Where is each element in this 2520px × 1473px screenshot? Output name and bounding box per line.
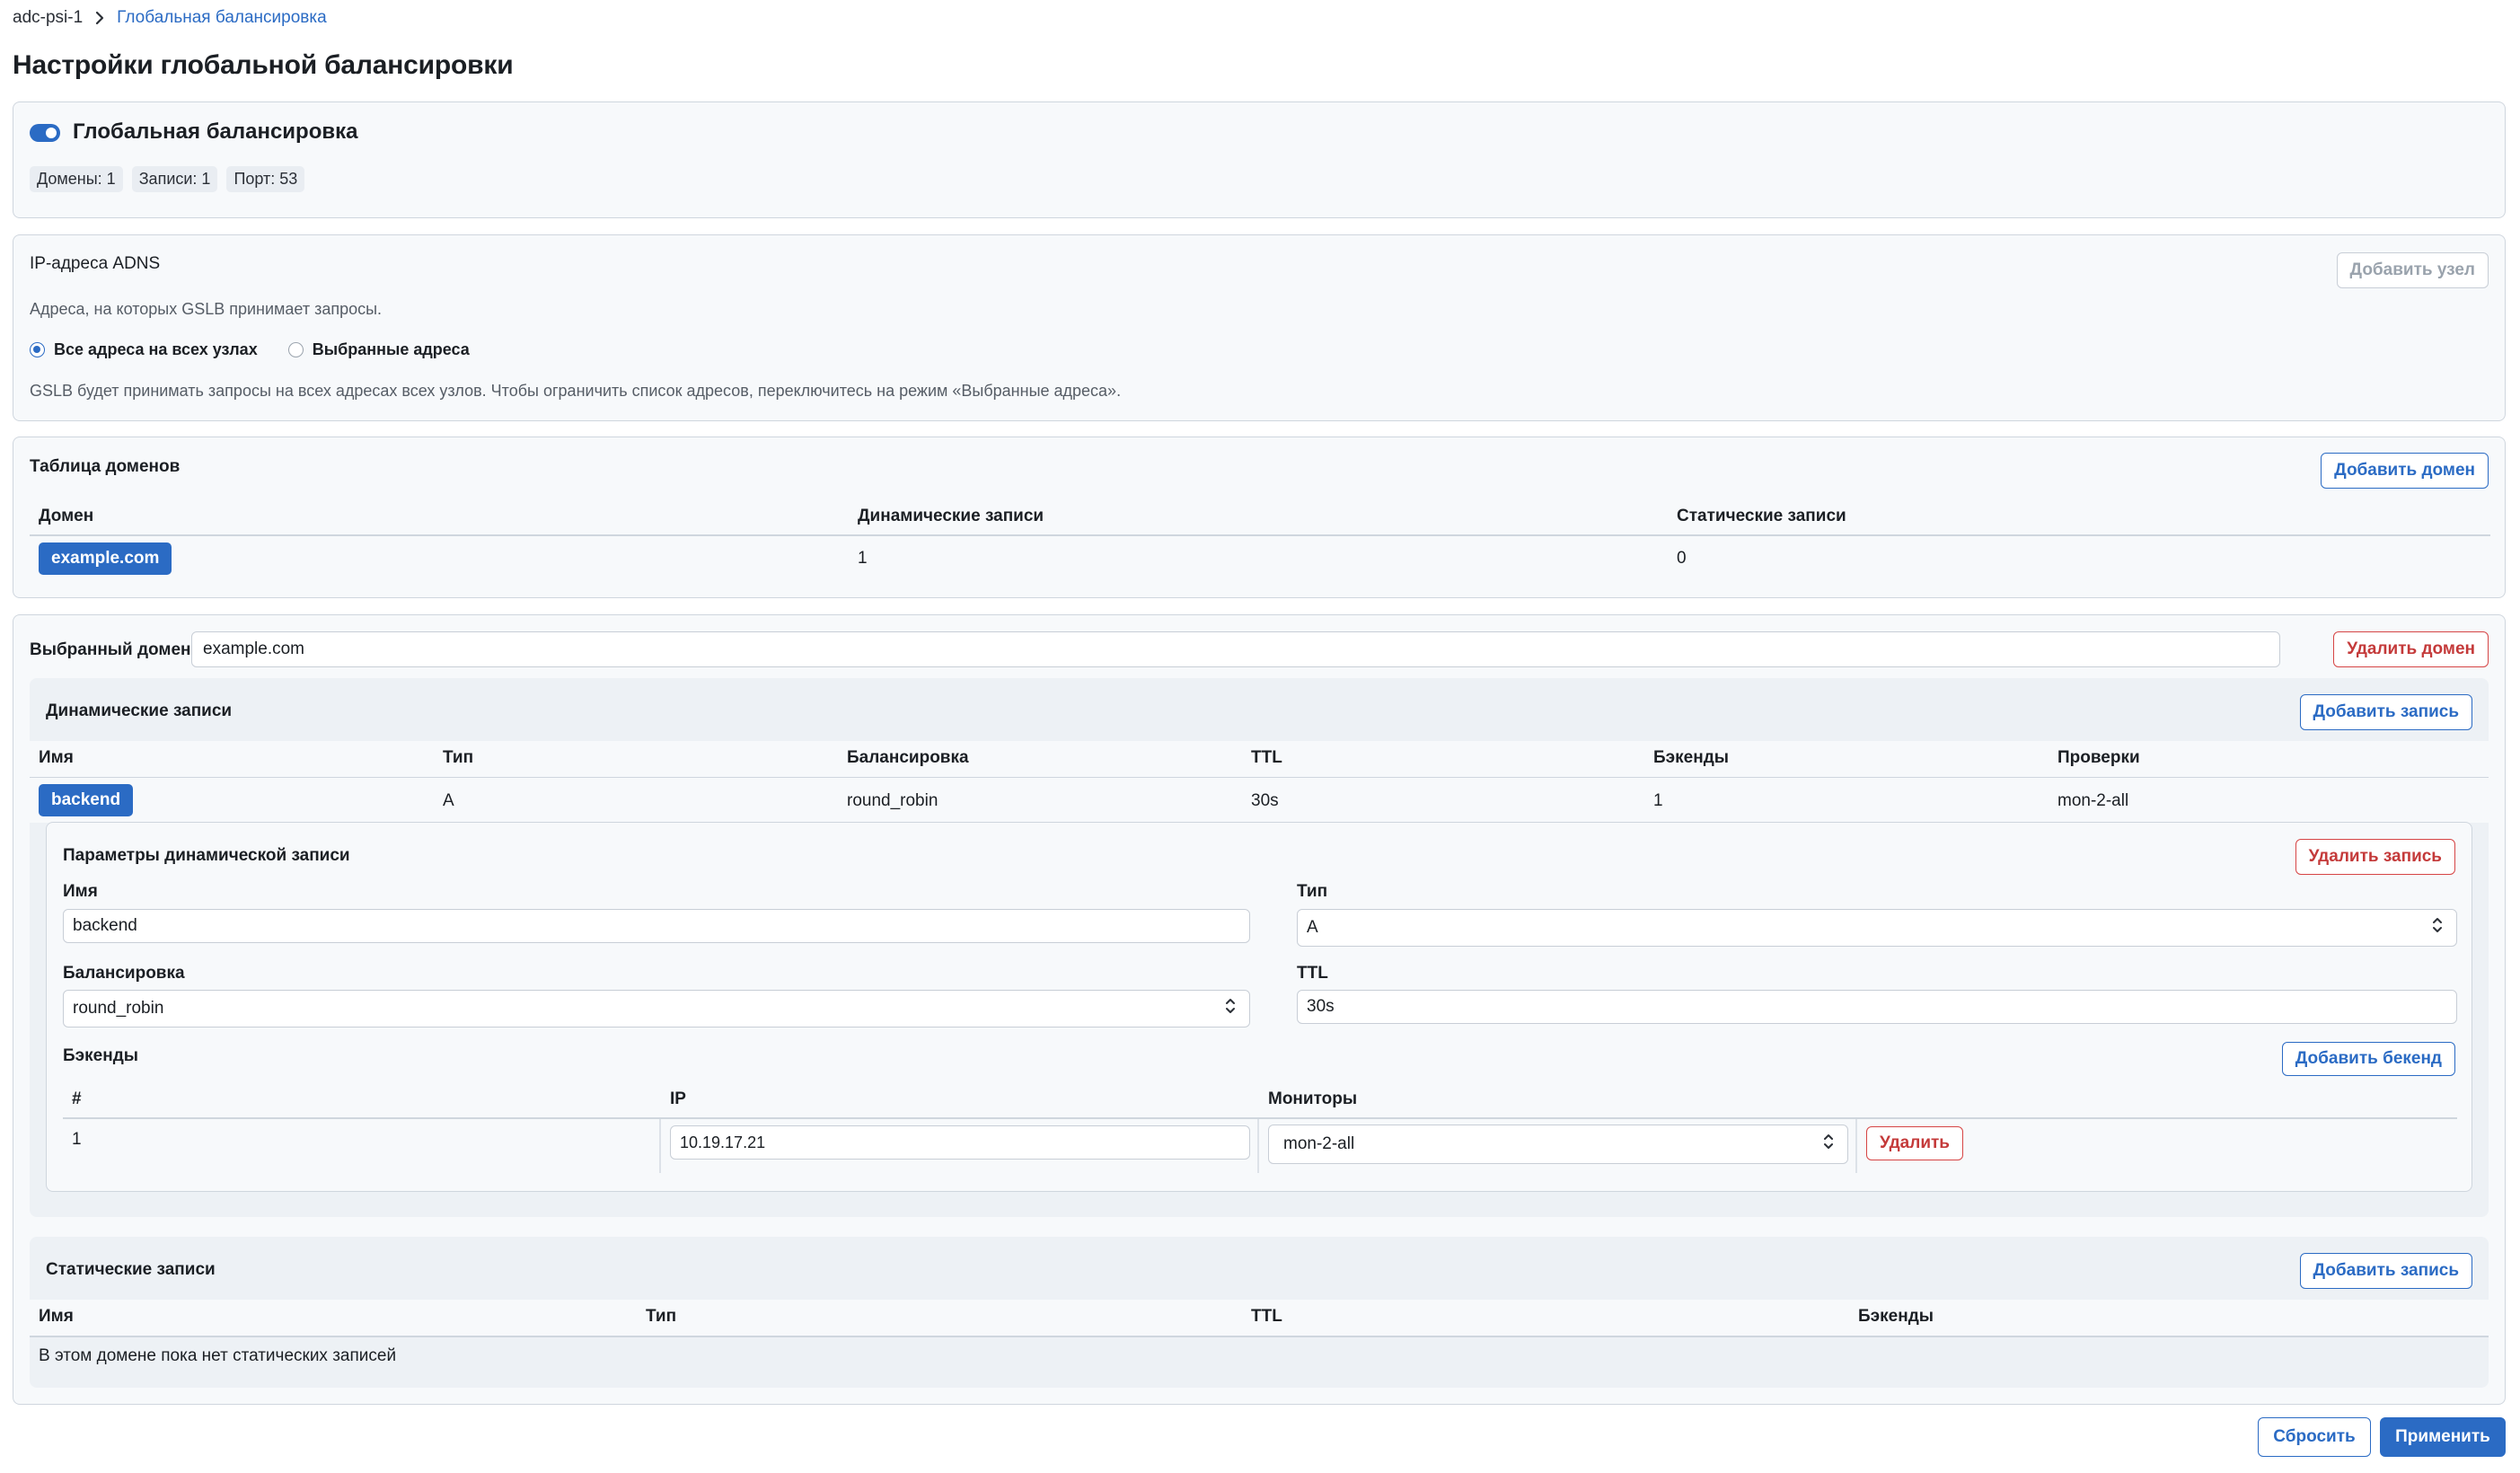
col-backend-index: # (72, 1089, 82, 1108)
radio-selected-addresses-control[interactable] (287, 342, 304, 357)
chevron-updown-icon (2431, 914, 2444, 941)
table-divider (30, 534, 2490, 536)
adns-description: Адреса, на которых GSLB принимает запрос… (30, 300, 383, 318)
col-static-records: Статические записи (1677, 507, 1846, 525)
domains-table-card: Таблица доменов Добавить домен Домен Дин… (13, 437, 2506, 598)
adns-note: GSLB будет принимать запросы на всех адр… (30, 382, 1122, 400)
backend-monitor-value: mon-2-all (1283, 1134, 1355, 1153)
record-type-value: A (1307, 918, 1318, 937)
add-node-button[interactable]: Добавить узел (2336, 252, 2489, 288)
dynamic-records-header: Имя Тип Балансировка TTL Бэкенды Проверк… (30, 741, 2489, 777)
type-label: Тип (1297, 882, 1328, 901)
adns-title: IP-адреса ADNS (30, 254, 161, 273)
add-domain-button[interactable]: Добавить домен (2321, 453, 2489, 489)
col-checks: Проверки (2057, 748, 2140, 767)
selected-domain-input[interactable]: example.com (191, 631, 2280, 667)
record-ttl-input[interactable]: 30s (1297, 990, 2457, 1024)
col-balancing: Балансировка (847, 748, 969, 767)
radio-selected-addresses[interactable]: Выбранные адреса (287, 340, 470, 359)
breadcrumb: adc-psi-1 Глобальная балансировка (13, 7, 327, 29)
radio-selected-addresses-label: Выбранные адреса (312, 340, 470, 358)
col-dynamic-records: Динамические записи (858, 507, 1044, 525)
backend-monitor-select[interactable]: mon-2-all (1268, 1125, 1848, 1164)
selected-domain-label: Выбранный домен (30, 640, 191, 659)
balancing-label: Балансировка (63, 964, 185, 983)
record-name-input[interactable]: backend (63, 909, 1250, 943)
record-checks: mon-2-all (2057, 791, 2129, 810)
col-ttl: TTL (1251, 748, 1282, 767)
backend-col-divider (659, 1119, 661, 1173)
delete-record-button[interactable]: Удалить запись (2295, 839, 2455, 875)
domain-dynamic-count: 1 (858, 549, 868, 568)
page-title: Настройки глобальной балансировки (13, 50, 514, 80)
col-domain: Домен (39, 507, 94, 525)
col-name: Имя (39, 748, 74, 767)
record-params-panel: Параметры динамической записи Удалить за… (46, 822, 2472, 1192)
col-static-type: Тип (646, 1307, 677, 1326)
backend-col-divider (1855, 1119, 1857, 1173)
chevron-right-icon (93, 11, 106, 25)
record-backends: 1 (1653, 791, 1663, 810)
reset-button[interactable]: Сбросить (2258, 1417, 2371, 1457)
delete-backend-button[interactable]: Удалить (1866, 1126, 1963, 1160)
global-balancing-stats: Домены: 1 Записи: 1 Порт: 53 (30, 166, 305, 192)
col-type: Тип (443, 748, 474, 767)
breadcrumb-current[interactable]: Глобальная балансировка (117, 8, 327, 28)
ttl-label: TTL (1297, 964, 1328, 983)
domain-static-count: 0 (1677, 549, 1687, 568)
table-row[interactable]: backend A round_robin 30s 1 mon-2-all (30, 778, 2489, 823)
record-params-title: Параметры динамической записи (63, 846, 350, 865)
delete-domain-button[interactable]: Удалить домен (2333, 631, 2489, 667)
radio-all-addresses[interactable]: Все адреса на всех узлах (30, 340, 258, 359)
dynamic-records-title: Динамические записи (46, 701, 233, 720)
col-backend-ip: IP (670, 1089, 686, 1108)
record-type-select[interactable]: A (1297, 909, 2457, 947)
backends-label: Бэкенды (63, 1046, 138, 1065)
static-records-title: Статические записи (46, 1260, 216, 1279)
record-balancing: round_robin (847, 791, 938, 810)
global-balancing-card: Глобальная балансировка Домены: 1 Записи… (13, 101, 2506, 218)
static-records-header: Имя Тип TTL Бэкенды (30, 1300, 2489, 1336)
adns-mode-radios: Все адреса на всех узлах Выбранные адрес… (30, 340, 470, 359)
col-static-backends: Бэкенды (1858, 1307, 1934, 1326)
record-name-chip[interactable]: backend (39, 784, 134, 816)
stat-records: Записи: 1 (131, 166, 218, 192)
selected-domain-card: Выбранный домен example.com Удалить доме… (13, 614, 2506, 1405)
col-static-ttl: TTL (1251, 1307, 1282, 1326)
record-balancing-value: round_robin (73, 999, 164, 1018)
stat-domains: Домены: 1 (30, 166, 123, 192)
chevron-updown-icon (1822, 1131, 1835, 1158)
global-balancing-title: Глобальная балансировка (73, 119, 358, 144)
page: adc-psi-1 Глобальная балансировка Настро… (0, 0, 2520, 1473)
stat-port: Порт: 53 (226, 166, 305, 192)
add-static-record-button[interactable]: Добавить запись (2299, 1253, 2472, 1289)
global-balancing-toggle[interactable] (30, 124, 60, 142)
col-static-name: Имя (39, 1307, 74, 1326)
domain-chip[interactable]: example.com (39, 542, 172, 575)
col-backend-monitors: Мониторы (1268, 1089, 1358, 1108)
record-balancing-select[interactable]: round_robin (63, 990, 1250, 1028)
static-records-panel: Статические записи Добавить запись Имя Т… (30, 1237, 2489, 1388)
radio-all-addresses-control[interactable] (30, 342, 45, 357)
record-ttl: 30s (1251, 791, 1279, 810)
add-backend-button[interactable]: Добавить бекенд (2281, 1042, 2455, 1076)
backend-ip-input[interactable]: 10.19.17.21 (670, 1125, 1250, 1160)
add-dynamic-record-button[interactable]: Добавить запись (2299, 694, 2472, 730)
backend-index: 1 (72, 1130, 82, 1149)
apply-button[interactable]: Применить (2380, 1417, 2506, 1457)
dynamic-records-panel: Динамические записи Добавить запись Имя … (30, 678, 2489, 1217)
static-records-empty: В этом домене пока нет статических запис… (39, 1346, 397, 1365)
domains-table-title: Таблица доменов (30, 457, 181, 476)
radio-all-addresses-label: Все адреса на всех узлах (54, 340, 258, 358)
chevron-updown-icon (1224, 995, 1237, 1022)
adns-card: IP-адреса ADNS Добавить узел Адреса, на … (13, 234, 2506, 421)
static-header-divider (30, 1336, 2489, 1337)
name-label: Имя (63, 882, 98, 901)
breadcrumb-root[interactable]: adc-psi-1 (13, 8, 83, 28)
record-type: A (443, 791, 454, 810)
backend-col-divider (1257, 1119, 1259, 1173)
col-backends: Бэкенды (1653, 748, 1729, 767)
backend-header-divider (63, 1117, 2457, 1119)
